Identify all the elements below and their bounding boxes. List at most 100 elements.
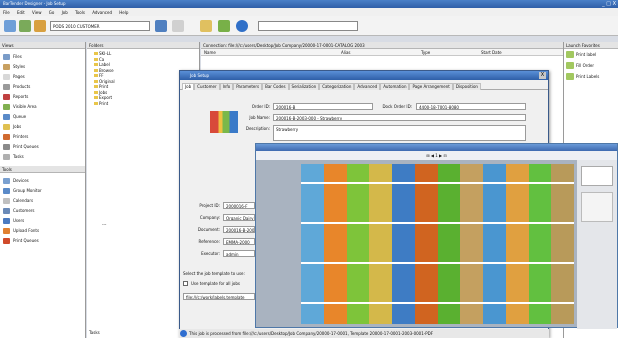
folder-icon — [94, 79, 98, 83]
document-field[interactable]: 200016-B-2003 — [223, 226, 255, 233]
nav-item-print-queues-2[interactable]: Print Queues — [0, 236, 85, 246]
tab-info[interactable]: Info — [219, 83, 234, 90]
dialog-title-bar: Job Setup X — [180, 71, 548, 80]
executor-field[interactable]: admin — [223, 250, 255, 257]
order-id-label: Order ID: — [251, 104, 270, 109]
visible-area-icon — [3, 104, 10, 110]
search-input[interactable] — [258, 21, 358, 31]
menu-edit[interactable]: Edit — [17, 10, 25, 15]
settings-icon[interactable] — [172, 20, 184, 32]
favorite-item[interactable]: Fill Order — [564, 60, 618, 71]
menu-view[interactable]: View — [32, 10, 42, 15]
label-strip — [483, 164, 506, 324]
reference-field[interactable]: EMMA-2000 — [223, 238, 255, 245]
nav-item-visible-area[interactable]: Visible Area — [0, 102, 85, 112]
nav-item-jobs[interactable]: Jobs — [0, 122, 85, 132]
job-icon[interactable] — [200, 20, 212, 32]
tab-customer[interactable]: Customer — [194, 83, 220, 90]
menu-tools[interactable]: Tools — [75, 10, 85, 15]
upload-fonts-icon — [3, 228, 10, 234]
nav-item-printers[interactable]: Printers — [0, 132, 85, 142]
label-strip — [437, 164, 461, 324]
tab-disposition[interactable]: Disposition — [452, 83, 481, 90]
menu-file[interactable]: File — [3, 10, 10, 15]
nav-item-users[interactable]: Users — [0, 216, 85, 226]
nav-item-reports[interactable]: Reports — [0, 92, 85, 102]
order-id-field[interactable]: 200016-B — [273, 103, 373, 110]
tab-page-arrangement[interactable]: Page Arrangement — [409, 83, 453, 90]
job-name-field[interactable]: 200016-B-2003-000 - Strawberry — [273, 114, 526, 121]
use-template-checkbox[interactable] — [183, 281, 188, 286]
dialog-title: Job Setup — [190, 73, 210, 78]
preview-toolbar[interactable]: ⊞ ◀ 1 ▶ ⊟ — [256, 151, 617, 160]
nav-item-queue[interactable]: Queue — [0, 112, 85, 122]
tab-bar-codes[interactable]: Bar Codes — [262, 83, 289, 90]
properties-panel — [581, 192, 613, 222]
label-icon — [566, 73, 574, 80]
nav-item-tasks[interactable]: Tasks — [0, 152, 85, 162]
col-type[interactable]: Type — [421, 50, 430, 55]
jobs-icon — [3, 124, 10, 130]
info-icon — [180, 330, 187, 337]
window-controls[interactable]: _ □ X — [602, 1, 616, 7]
tab-advanced[interactable]: Advanced — [354, 83, 381, 90]
menu-help[interactable]: Help — [119, 10, 128, 15]
nav-item-group-monitor[interactable]: Group Monitor — [0, 186, 85, 196]
tasks-footer: Tasks — [89, 330, 100, 335]
styles-icon — [3, 64, 10, 70]
menu-go[interactable]: Go — [49, 10, 55, 15]
info-icon[interactable] — [236, 20, 248, 32]
folder-icon — [94, 85, 98, 88]
label-icon — [566, 62, 574, 69]
tab-job[interactable]: Job — [182, 83, 195, 90]
template-file-field[interactable]: file:///c:/work/labels.template — [183, 293, 255, 300]
favorite-item[interactable]: Print label — [564, 49, 618, 60]
col-alias[interactable]: Alias — [341, 50, 351, 55]
menu-job[interactable]: Job — [62, 10, 68, 15]
refresh-icon[interactable] — [155, 20, 167, 32]
use-template-label: Use template for all jobs — [191, 281, 240, 286]
tab-serialization[interactable]: Serialization — [288, 83, 320, 90]
preview-title-bar — [256, 144, 617, 151]
home-icon[interactable] — [34, 20, 46, 32]
dock-order-id-field[interactable]: 4400-18-7001-8080 — [416, 103, 526, 110]
run-icon[interactable] — [218, 20, 230, 32]
col-start-date[interactable]: Start Date — [481, 50, 502, 55]
forward-icon[interactable] — [19, 20, 31, 32]
tab-automation[interactable]: Automation — [380, 83, 410, 90]
queue-icon — [3, 114, 10, 120]
template-select-label: Select the job template to use: — [183, 271, 245, 276]
tab-parameters[interactable]: Parameters — [233, 83, 263, 90]
nav-item-customers[interactable]: Customers — [0, 206, 85, 216]
col-name[interactable]: Name — [204, 50, 216, 55]
dialog-close-button[interactable]: X — [539, 72, 546, 79]
description-field[interactable]: Strawberry — [273, 125, 526, 141]
tasks-icon — [3, 154, 10, 160]
dialog-tabs: Job Customer Info Parameters Bar Codes Serial… — [180, 80, 548, 90]
label-strip — [323, 164, 347, 324]
nav-item-print-queues[interactable]: Print Queues — [0, 142, 85, 152]
project-id-field[interactable]: 2000016-F — [223, 202, 255, 209]
favorite-item[interactable]: Print Labels — [564, 71, 618, 82]
back-icon[interactable] — [4, 20, 16, 32]
connection-path: Connection: file:///c:/users/Desktop/Job… — [201, 42, 563, 49]
menu-advanced[interactable]: Advanced — [92, 10, 112, 15]
nav-item-devices[interactable]: Devices — [0, 176, 85, 186]
nav-item-files[interactable]: Files — [0, 52, 85, 62]
nav-item-products[interactable]: Products — [0, 82, 85, 92]
nav-item-upload-fonts[interactable]: Upload Fonts — [0, 226, 85, 236]
folder-icon — [94, 63, 98, 66]
print-queues-icon — [3, 144, 10, 150]
customers-icon — [3, 208, 10, 214]
nav-item-styles[interactable]: Styles — [0, 62, 85, 72]
company-field[interactable]: Organic Dairy — [223, 214, 255, 221]
project-id-label: Project ID: — [199, 203, 220, 208]
project-combo[interactable]: PODS 2010 CUSTOMER — [50, 21, 150, 31]
nav-item-pages[interactable]: Pages — [0, 72, 85, 82]
nav-item-calendars[interactable]: Calendars — [0, 196, 85, 206]
list-header: Name Alias Type Start Date — [201, 49, 563, 56]
tab-categorization[interactable]: Categorization — [319, 83, 355, 90]
status-text: This job is processed from file:///c:/us… — [189, 331, 434, 336]
folder-icon — [94, 90, 98, 94]
products-icon — [3, 84, 10, 90]
